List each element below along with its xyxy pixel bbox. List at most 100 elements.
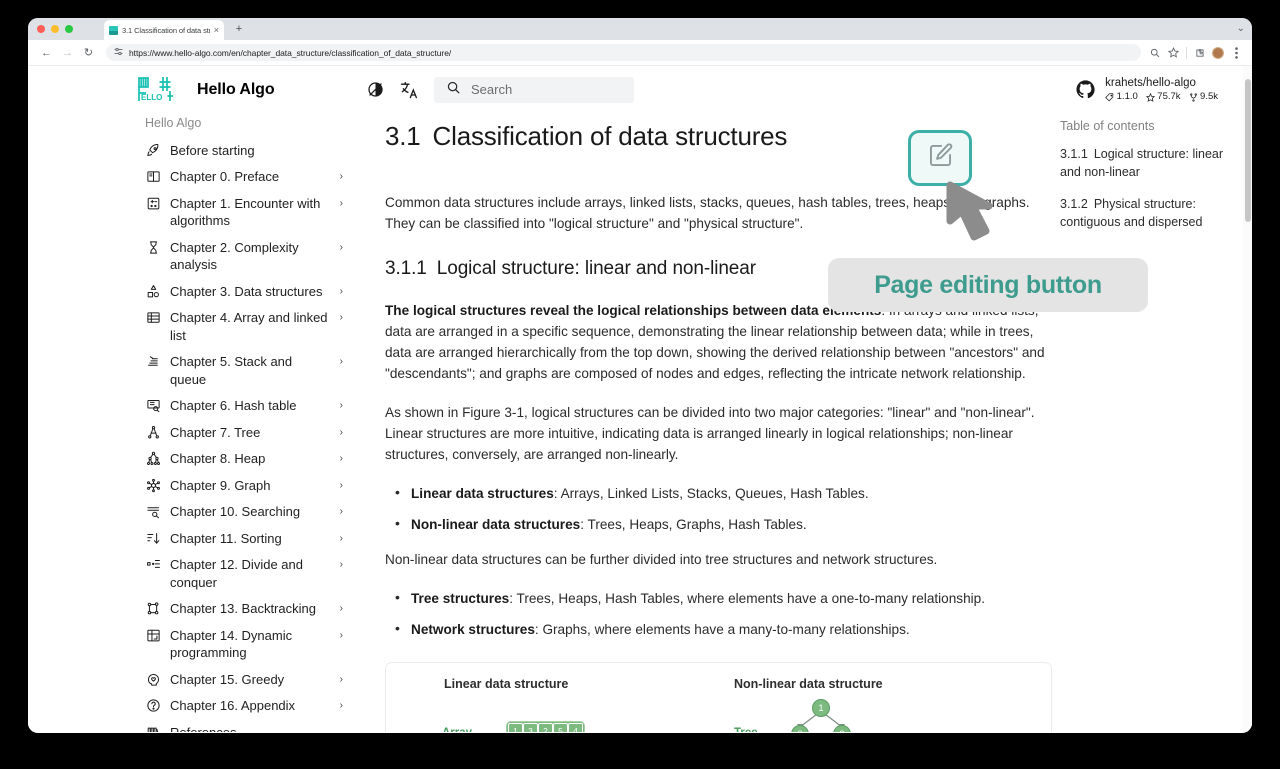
list-search-icon [145, 503, 161, 520]
sidebar-item-15[interactable]: Chapter 14. Dynamic programming › [137, 622, 349, 666]
sidebar-item-13[interactable]: Chapter 12. Divide and conquer› [137, 552, 349, 596]
bullet-rest: : Trees, Heaps, Hash Tables, where eleme… [509, 591, 985, 606]
sidebar-item-16[interactable]: Chapter 15. Greedy› [137, 666, 349, 693]
chevron-right-icon[interactable]: › [340, 353, 343, 371]
chevron-right-icon[interactable]: › [340, 697, 343, 715]
chevron-right-icon[interactable]: › [340, 556, 343, 574]
shapes-icon [145, 283, 161, 300]
sidebar-item-4[interactable]: Chapter 3. Data structures› [137, 278, 349, 305]
chevron-right-icon[interactable]: › [340, 600, 343, 618]
rocket-icon [145, 142, 161, 159]
sidebar-item-label: Chapter 16. Appendix [170, 697, 331, 715]
sidebar-item-12[interactable]: Chapter 11. Sorting› [137, 525, 349, 552]
sidebar-item-10[interactable]: Chapter 9. Graph› [137, 472, 349, 499]
page-scrollbar-thumb[interactable] [1245, 79, 1251, 222]
brand-title: Hello Algo [197, 81, 275, 99]
url-text: https://www.hello-algo.com/en/chapter_da… [129, 48, 451, 58]
favicon-icon [109, 26, 118, 35]
tree-node-1: 1 [812, 699, 830, 717]
hello-algo-logo-icon: ELLO [137, 76, 181, 104]
sidebar-item-0[interactable]: Before starting [137, 137, 349, 164]
sidebar-item-label: Chapter 6. Hash table [170, 397, 331, 415]
sort-icon [145, 530, 161, 547]
chevron-right-icon[interactable]: › [340, 195, 343, 213]
toc-title: Table of contents [1060, 119, 1234, 133]
browser-tab[interactable]: 3.1 Classification of data stru × [104, 20, 224, 40]
chevron-right-icon[interactable]: › [340, 627, 343, 645]
page-editing-button[interactable] [908, 130, 972, 186]
chevron-right-icon[interactable]: › [340, 450, 343, 468]
chevron-right-icon[interactable]: › [340, 530, 343, 548]
sidebar-item-17[interactable]: Chapter 16. Appendix › [137, 693, 349, 720]
paragraph-1: The logical structures reveal the logica… [385, 300, 1052, 384]
reload-button[interactable]: ↻ [78, 42, 99, 63]
chevron-right-icon[interactable]: › [340, 397, 343, 415]
heap-icon [145, 450, 161, 467]
language-icon[interactable] [392, 76, 426, 104]
sidebar-item-label: Chapter 10. Searching [170, 503, 331, 521]
sidebar-item-7[interactable]: Chapter 6. Hash table › [137, 393, 349, 420]
square-pencil-edit-icon [927, 142, 954, 174]
repo-forks: 9.5k [1189, 91, 1218, 103]
toc-item-1[interactable]: 3.1.2Physical structure: contiguous and … [1060, 195, 1234, 231]
chevron-right-icon[interactable]: › [340, 283, 343, 301]
sidebar-item-label: Chapter 7. Tree [170, 424, 331, 442]
chevron-right-icon[interactable]: › [340, 503, 343, 521]
github-icon [1076, 80, 1095, 99]
address-bar[interactable]: https://www.hello-algo.com/en/chapter_da… [106, 44, 1141, 61]
close-tab-icon[interactable]: × [214, 26, 219, 35]
maximize-window-button[interactable] [65, 25, 73, 33]
array-cell-3: 5 [553, 723, 568, 732]
screen: 3.1 Classification of data stru × + ⌄ ← … [0, 0, 1280, 769]
sidebar-item-5[interactable]: Chapter 4. Array and linked list › [137, 305, 349, 349]
tab-list-menu-icon[interactable]: ⌄ [1237, 23, 1244, 34]
zoom-icon[interactable] [1147, 45, 1163, 61]
color-mode-icon[interactable] [358, 76, 392, 104]
profile-avatar[interactable] [1210, 45, 1226, 61]
extensions-icon[interactable] [1192, 45, 1208, 61]
sidebar-item-3[interactable]: Chapter 2. Complexity analysis› [137, 234, 349, 278]
sidebar-item-label: Chapter 1. Encounter with algorithms [170, 195, 331, 230]
section-text: Logical structure: linear and non-linear [437, 258, 756, 279]
chevron-right-icon[interactable]: › [340, 239, 343, 257]
sidebar-item-14[interactable]: Chapter 13. Backtracking› [137, 596, 349, 623]
chevron-right-icon[interactable]: › [340, 671, 343, 689]
forward-button[interactable]: → [57, 42, 78, 63]
sidebar-item-label: Chapter 4. Array and linked list [170, 309, 331, 344]
sidebar-item-9[interactable]: Chapter 8. Heap› [137, 446, 349, 473]
bullet1-item-1: Non-linear data structures: Trees, Heaps… [385, 514, 1052, 535]
calculator-icon [145, 195, 161, 212]
search-input[interactable]: Search [434, 77, 634, 103]
chevron-right-icon[interactable]: › [340, 309, 343, 327]
page-scrollbar-track[interactable] [1243, 66, 1252, 732]
chevron-right-icon[interactable]: › [340, 424, 343, 442]
chevron-right-icon[interactable]: › [340, 168, 343, 186]
minimize-window-button[interactable] [51, 25, 59, 33]
sidebar-item-11[interactable]: Chapter 10. Searching › [137, 499, 349, 526]
page-editing-callout: Page editing button [828, 258, 1148, 312]
sidebar-item-label: Chapter 14. Dynamic programming [170, 627, 331, 662]
site-settings-icon[interactable] [114, 47, 123, 58]
paragraph-1-bold: The logical structures reveal the logica… [385, 303, 881, 318]
toc-item-0[interactable]: 3.1.1Logical structure: linear and non-l… [1060, 145, 1234, 181]
sidebar-item-6[interactable]: Chapter 5. Stack and queue› [137, 349, 349, 393]
repo-version: 1.1.0 [1105, 91, 1138, 103]
array-cell-1: 3 [523, 723, 538, 732]
new-tab-button[interactable]: + [232, 22, 246, 36]
sidebar-item-2[interactable]: Chapter 1. Encounter with algorithms › [137, 190, 349, 234]
close-window-button[interactable] [37, 25, 45, 33]
chevron-right-icon[interactable]: › [340, 477, 343, 495]
sidebar-item-18[interactable]: References [137, 719, 349, 732]
sidebar-item-1[interactable]: Chapter 0. Preface› [137, 164, 349, 191]
bookmark-star-icon[interactable] [1165, 45, 1181, 61]
toolbar-icons [1147, 45, 1244, 61]
repo-link[interactable]: krahets/hello-algo 1.1.0 [1076, 76, 1228, 103]
site-logo-link[interactable]: ELLO Hello Algo [137, 76, 358, 104]
window-traffic-lights [37, 25, 73, 33]
chrome-menu-icon[interactable] [1228, 45, 1244, 61]
back-button[interactable]: ← [36, 42, 57, 63]
sidebar-item-8[interactable]: Chapter 7. Tree › [137, 419, 349, 446]
repo-text: krahets/hello-algo 1.1.0 [1105, 76, 1218, 103]
figure-array-label: Array [442, 727, 472, 732]
paragraph-3: Non-linear data structures can be furthe… [385, 549, 1052, 570]
